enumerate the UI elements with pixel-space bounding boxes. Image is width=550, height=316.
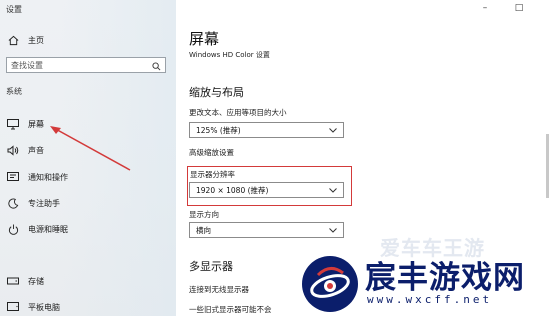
scale-heading: 缩放与布局 <box>189 86 244 99</box>
sidebar-item-notifications[interactable]: 通知和操作 <box>0 166 176 188</box>
old-display-text: 一些旧式显示器可能不会 <box>189 305 272 314</box>
monitor-icon <box>6 117 20 131</box>
window-title: 设置 <box>6 5 22 14</box>
moon-icon <box>6 196 20 210</box>
chevron-down-icon <box>329 227 337 233</box>
minimize-button[interactable]: – <box>472 0 498 16</box>
watermark-brand: 宸丰游戏网 <box>365 260 525 296</box>
resolution-label: 显示器分辨率 <box>190 170 235 179</box>
sidebar-item-focus-assist[interactable]: 专注助手 <box>0 192 176 214</box>
watermark-url: www.wxcff.net <box>367 293 493 306</box>
sidebar-item-sound[interactable]: 声音 <box>0 139 176 161</box>
sidebar-item-label: 专注助手 <box>28 198 60 208</box>
sidebar-item-tablet[interactable]: 平板电脑 <box>0 296 176 316</box>
chevron-down-icon <box>329 187 337 193</box>
tablet-icon <box>6 300 20 314</box>
orientation-dropdown[interactable]: 横向 <box>189 222 344 238</box>
orientation-value: 横向 <box>196 225 211 235</box>
sidebar-item-label: 主页 <box>28 35 44 45</box>
scale-value: 125% (推荐) <box>196 125 241 135</box>
scale-dropdown[interactable]: 125% (推荐) <box>189 122 344 138</box>
sidebar-item-display[interactable]: 屏幕 <box>0 113 176 135</box>
orientation-label: 显示方向 <box>189 210 219 219</box>
sidebar-item-label: 声音 <box>28 145 44 155</box>
wireless-display-link[interactable]: 连接到无线显示器 <box>189 284 249 295</box>
sidebar-item-label: 屏幕 <box>28 119 44 129</box>
search-input[interactable] <box>11 60 152 70</box>
scrollbar[interactable] <box>544 16 550 316</box>
search-box[interactable] <box>6 57 166 73</box>
page-title: 屏幕 <box>189 30 220 48</box>
sidebar-item-label: 平板电脑 <box>28 302 60 312</box>
sidebar-item-home[interactable]: 主页 <box>0 29 176 51</box>
chevron-down-icon <box>329 127 337 133</box>
speaker-icon <box>6 143 20 157</box>
scroll-thumb[interactable] <box>546 134 549 198</box>
multi-display-heading: 多显示器 <box>189 260 233 273</box>
search-icon[interactable] <box>152 56 161 75</box>
storage-icon <box>6 274 20 288</box>
sidebar-item-label: 通知和操作 <box>28 172 68 182</box>
sidebar-item-label: 电源和睡眠 <box>28 224 68 234</box>
sidebar: 设置 主页 系统 屏幕 声音 通知和操作 专注助手 <box>0 0 176 316</box>
sidebar-item-storage[interactable]: 存储 <box>0 270 176 292</box>
advanced-scale-link[interactable]: 高级缩放设置 <box>189 147 234 158</box>
sidebar-item-power[interactable]: 电源和睡眠 <box>0 218 176 240</box>
sidebar-item-label: 存储 <box>28 276 44 286</box>
hd-color-link[interactable]: Windows HD Color 设置 <box>189 50 270 60</box>
watermark-logo <box>302 256 358 312</box>
home-icon <box>6 33 20 47</box>
power-icon <box>6 222 20 236</box>
resolution-value: 1920 × 1080 (推荐) <box>196 185 269 195</box>
section-label: 系统 <box>6 87 22 96</box>
notification-icon <box>6 170 20 184</box>
maximize-button[interactable]: □ <box>506 0 532 16</box>
resolution-dropdown[interactable]: 1920 × 1080 (推荐) <box>189 182 344 198</box>
text-size-label: 更改文本、应用等项目的大小 <box>189 108 287 117</box>
